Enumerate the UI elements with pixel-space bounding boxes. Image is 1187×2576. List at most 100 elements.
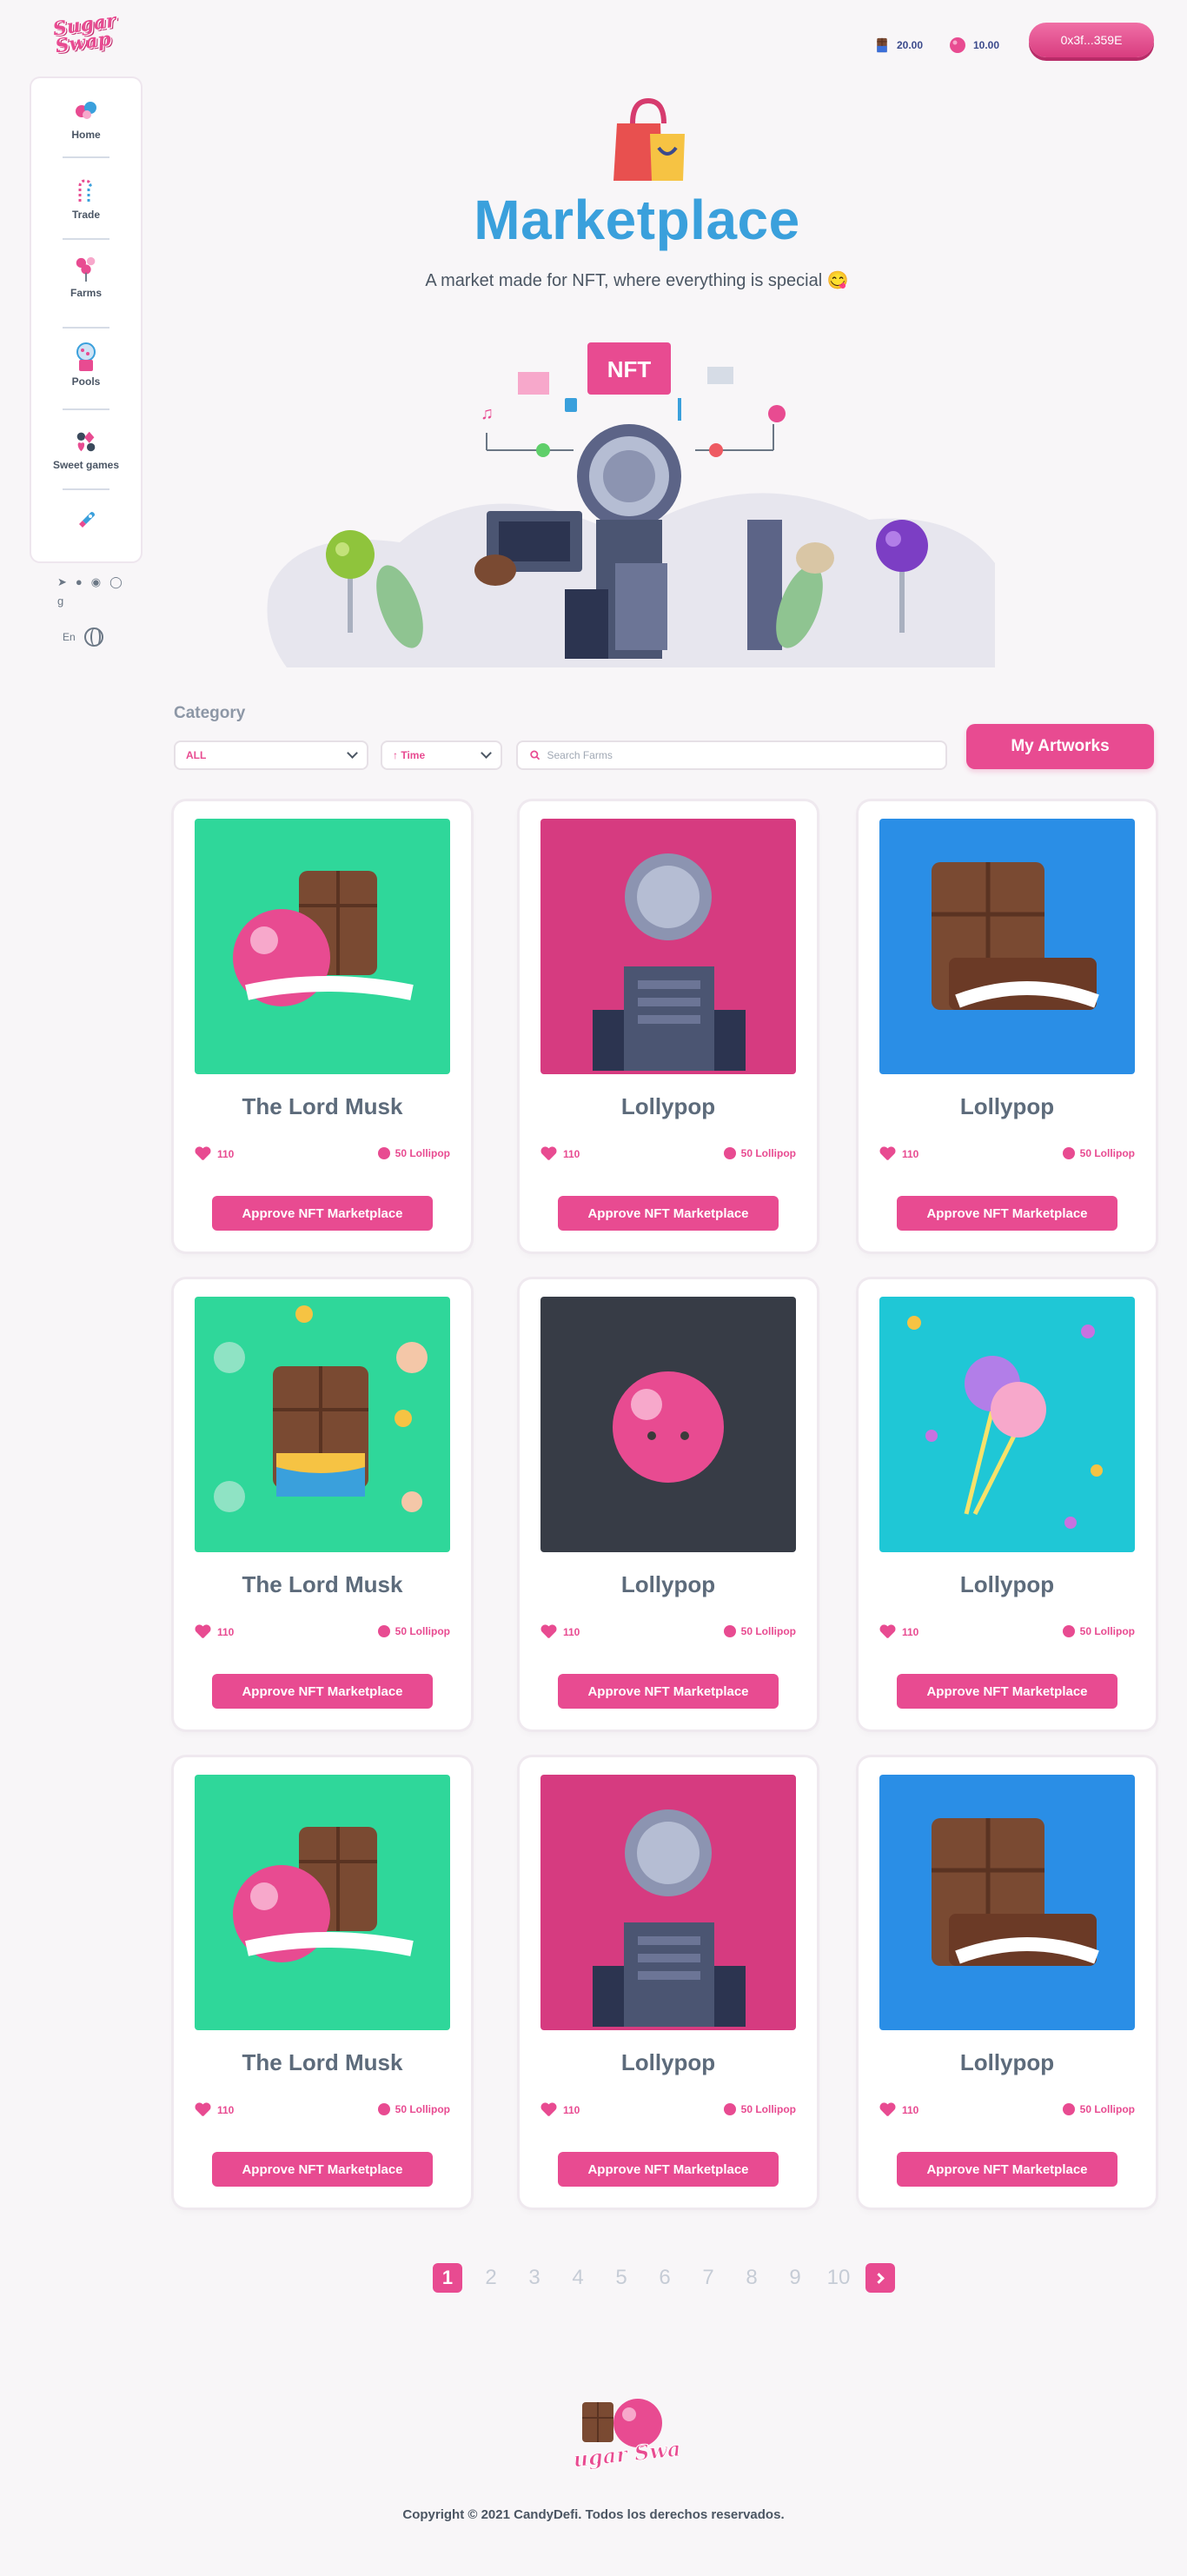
sidebar: Home Trade Farms Pools Sweet games: [31, 78, 141, 561]
nft-card[interactable]: The Lord Musk 110 50 Lollipop Approve NFT M…: [174, 1279, 471, 1730]
lollipop-token-icon: [723, 1625, 736, 1637]
reddit-icon[interactable]: ◉: [91, 575, 101, 589]
nft-artwork[interactable]: [540, 1775, 796, 2030]
sidebar-item-launch[interactable]: [31, 508, 141, 539]
nft-artwork[interactable]: [195, 819, 450, 1074]
like-button[interactable]: 110: [879, 1625, 918, 1639]
nft-name: Lollypop: [620, 1571, 716, 1597]
like-button[interactable]: 110: [195, 1147, 234, 1161]
approve-marketplace-button[interactable]: Approve NFT Marketplace: [897, 1674, 1117, 1709]
chevron-down-icon: [347, 747, 358, 759]
approve-marketplace-button[interactable]: Approve NFT Marketplace: [212, 1196, 433, 1231]
nft-name: Lollypop: [959, 1093, 1055, 1119]
sidebar-item-farms[interactable]: Farms: [31, 256, 141, 299]
sidebar-item-home[interactable]: Home: [31, 97, 141, 141]
page-link[interactable]: 4: [556, 2266, 600, 2290]
sidebar-label-farms: Farms: [70, 287, 103, 299]
page-link[interactable]: 8: [730, 2266, 773, 2290]
page-link[interactable]: 7: [686, 2266, 730, 2290]
chocolate-bar-icon: [877, 37, 887, 53]
cards-suits-icon: [73, 428, 99, 454]
nft-card[interactable]: Lollypop 110 50 Lollipop Approve NFT Market…: [859, 1757, 1156, 2208]
price-value: 50 Lollipop: [740, 2103, 796, 2115]
candy-tree-icon: [73, 256, 99, 282]
heart-icon: [540, 1625, 556, 1639]
telegram-icon[interactable]: ➤: [57, 575, 67, 589]
sort-select[interactable]: ↑ Time: [381, 740, 502, 770]
brand-logo[interactable]: Sugar Swap: [51, 10, 125, 58]
nft-card[interactable]: Lollypop 110 50 Lollipop Approve NFT Market…: [520, 1757, 817, 2208]
nft-name: Lollypop: [959, 1571, 1055, 1597]
sidebar-label-trade: Trade: [71, 209, 100, 221]
approve-marketplace-button[interactable]: Approve NFT Marketplace: [212, 1674, 433, 1709]
like-button[interactable]: 110: [540, 1147, 580, 1161]
globe-icon: [83, 627, 103, 647]
approve-marketplace-button[interactable]: Approve NFT Marketplace: [558, 2152, 779, 2187]
price-value: 50 Lollipop: [395, 2103, 450, 2115]
gumball-machine-icon: [73, 342, 99, 371]
sidebar-item-trade[interactable]: Trade: [31, 177, 141, 221]
next-page-button[interactable]: [865, 2263, 895, 2293]
my-artworks-button[interactable]: My Artworks: [966, 724, 1154, 769]
nft-artwork[interactable]: [879, 819, 1135, 1074]
nft-card[interactable]: Lollypop 110 50 Lollipop Approve NFT Market…: [520, 801, 817, 1251]
approve-marketplace-button[interactable]: Approve NFT Marketplace: [558, 1196, 779, 1231]
nft-artwork[interactable]: [540, 819, 796, 1074]
search-field[interactable]: [516, 740, 947, 770]
candies-icon: [73, 97, 99, 123]
like-button[interactable]: 110: [195, 1625, 234, 1639]
like-button[interactable]: 110: [540, 1625, 580, 1639]
nft-artwork[interactable]: [195, 1297, 450, 1552]
nft-artwork[interactable]: [879, 1775, 1135, 2030]
page-link[interactable]: 10: [817, 2266, 860, 2290]
like-count: 110: [902, 1148, 919, 1160]
nft-artwork[interactable]: [195, 1775, 450, 2030]
nft-artwork[interactable]: [540, 1297, 796, 1552]
like-button[interactable]: 110: [540, 2103, 580, 2117]
nft-card[interactable]: Lollypop 110 50 Lollipop Approve NFT Market…: [859, 1279, 1156, 1730]
sidebar-label-home: Home: [71, 129, 101, 141]
page-link[interactable]: 2: [469, 2266, 513, 2290]
nft-card[interactable]: Lollypop 110 50 Lollipop Approve NFT Market…: [520, 1279, 817, 1730]
page-subtitle: A market made for NFT, where everything …: [425, 271, 849, 290]
github-icon[interactable]: ◯: [109, 575, 123, 589]
nft-card[interactable]: The Lord Musk 110 50 Lollipop Approve NFT M…: [174, 1757, 471, 2208]
sidebar-item-pools[interactable]: Pools: [31, 342, 141, 388]
gitbook-icon[interactable]: g: [57, 594, 63, 607]
twitter-icon[interactable]: ●: [76, 575, 83, 589]
page-link[interactable]: 9: [773, 2266, 817, 2290]
like-button[interactable]: 110: [195, 2103, 234, 2117]
like-button[interactable]: 110: [879, 2103, 918, 2117]
svg-text:♫: ♫: [481, 404, 494, 423]
wallet-address-button[interactable]: 0x3f...359E: [1029, 23, 1154, 57]
like-button[interactable]: 110: [879, 1147, 918, 1161]
category-select[interactable]: ALL: [174, 740, 368, 770]
footer-logo: Sugar Swap: [575, 2399, 680, 2474]
nft-card[interactable]: Lollypop 110 50 Lollipop Approve NFT Market…: [859, 801, 1156, 1251]
approve-marketplace-button[interactable]: Approve NFT Marketplace: [897, 1196, 1117, 1231]
price-value: 50 Lollipop: [740, 1625, 796, 1637]
category-label: Category: [174, 704, 246, 722]
heart-icon: [879, 1147, 895, 1161]
nft-name: The Lord Musk: [242, 1571, 403, 1597]
heart-icon: [195, 2103, 210, 2117]
nft-badge-text: NFT: [607, 356, 652, 382]
nft-artwork[interactable]: [879, 1297, 1135, 1552]
page-link[interactable]: 5: [600, 2266, 643, 2290]
social-links: ➤ ● ◉ ◯ g: [57, 575, 127, 607]
search-input[interactable]: [547, 749, 933, 761]
page-title: Marketplace: [474, 189, 800, 251]
like-count: 110: [563, 1626, 580, 1638]
page-link[interactable]: 3: [513, 2266, 556, 2290]
page-link[interactable]: 6: [643, 2266, 686, 2290]
nft-card[interactable]: The Lord Musk 110 50 Lollipop Approve NFT M…: [174, 801, 471, 1251]
language-selector[interactable]: En: [63, 627, 103, 647]
approve-marketplace-button[interactable]: Approve NFT Marketplace: [897, 2152, 1117, 2187]
approve-marketplace-button[interactable]: Approve NFT Marketplace: [558, 1674, 779, 1709]
nft-price: 50 Lollipop: [377, 1625, 450, 1637]
lollipop-token-icon: [377, 1625, 390, 1637]
approve-marketplace-button[interactable]: Approve NFT Marketplace: [212, 2152, 433, 2187]
page-current[interactable]: 1: [433, 2263, 462, 2293]
sidebar-item-sweet-games[interactable]: Sweet games: [31, 428, 141, 471]
heart-icon: [540, 1147, 556, 1161]
